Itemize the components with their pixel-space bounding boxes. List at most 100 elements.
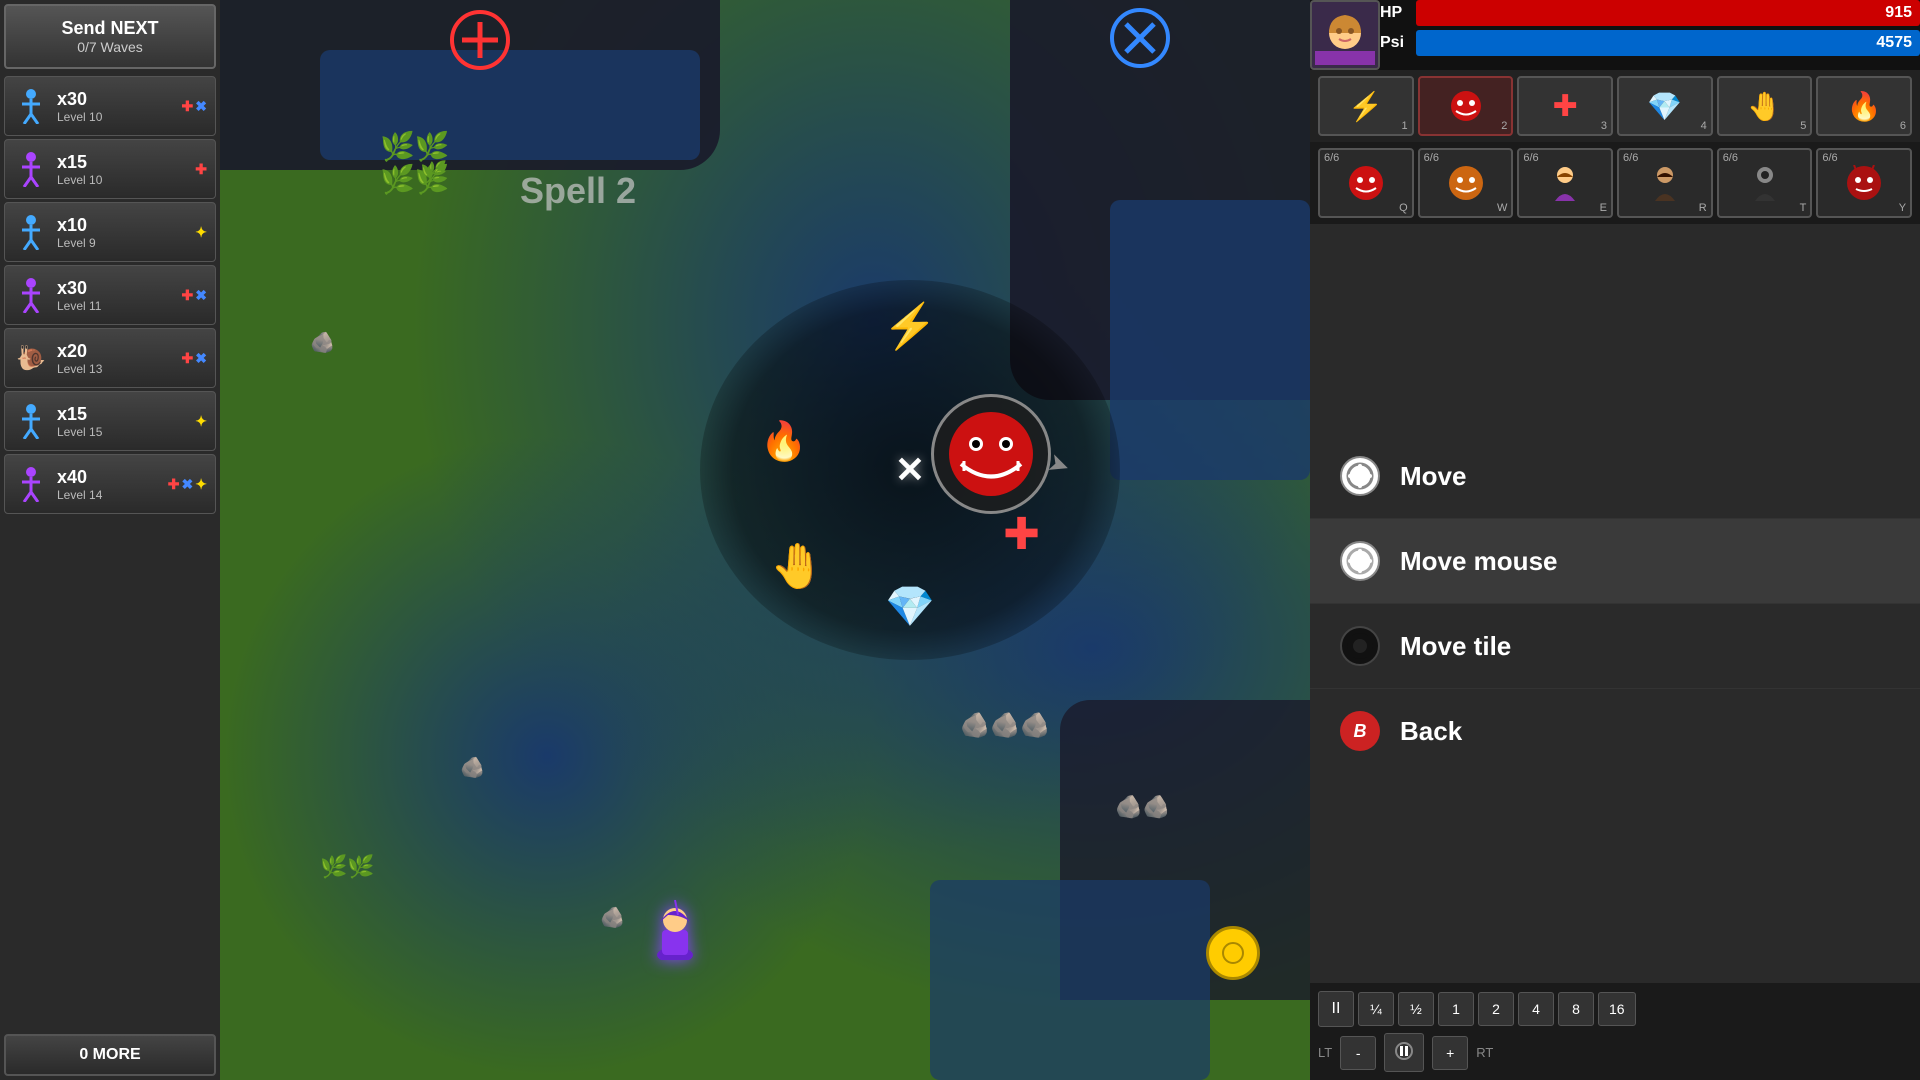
spell-icon-heal: ✚ [1553, 89, 1578, 124]
spell-slot-1[interactable]: ⚡ 1 [1318, 76, 1414, 136]
move-mouse-icon [1340, 541, 1380, 581]
char-count: 6/6 [1623, 152, 1638, 164]
unit-level: Level 10 [57, 110, 178, 124]
spell-icon-hand: 🤚 [1747, 90, 1782, 123]
list-item[interactable]: x15 Level 10 ✚ [4, 139, 216, 199]
spell-icon-crystal: 💎 [1647, 90, 1682, 123]
water-area-bottom [930, 880, 1210, 1080]
unit-level: Level 13 [57, 362, 178, 376]
unit-badges: ✚ ✖ [182, 98, 207, 115]
list-item[interactable]: x15 Level 15 ✦ [4, 391, 216, 451]
unit-icon-blue [13, 403, 49, 439]
spell-fire[interactable]: 🔥 [760, 420, 807, 464]
unit-badges: ✚ ✖ ✦ [168, 476, 207, 493]
gold-sun-icon[interactable] [1206, 926, 1260, 980]
unit-info: x10 Level 9 [57, 215, 191, 250]
badge-yellow-dot: ✦ [195, 476, 207, 493]
char-slot-r[interactable]: 6/6 R [1617, 148, 1713, 218]
player-avatar [1310, 0, 1380, 70]
spell-slot-4[interactable]: 💎 4 [1617, 76, 1713, 136]
spell-slot-2[interactable]: 2 [1418, 76, 1514, 136]
action-move[interactable]: Move [1310, 434, 1920, 519]
action-move-tile[interactable]: Move tile [1310, 604, 1920, 689]
speed-quarter[interactable]: ¼ [1358, 992, 1394, 1026]
list-item[interactable]: x30 Level 10 ✚ ✖ [4, 76, 216, 136]
add-button[interactable] [450, 10, 510, 82]
waves-count: 0/7 Waves [14, 39, 206, 55]
speed-8x[interactable]: 8 [1558, 992, 1594, 1026]
spell-evil-face[interactable] [931, 394, 1051, 514]
unit-info: x20 Level 13 [57, 341, 178, 376]
close-button[interactable] [1110, 8, 1170, 80]
unit-badges: ✦ [195, 413, 207, 430]
spell-slot-num: 2 [1501, 120, 1507, 132]
unit-icon-purple [13, 277, 49, 313]
badge-yellow-dot: ✦ [195, 413, 207, 430]
psi-bar: 4575 [1416, 30, 1920, 56]
action-move-mouse[interactable]: Move mouse [1310, 519, 1920, 604]
char-count: 6/6 [1523, 152, 1538, 164]
unit-icon-snail: 🐌 [13, 340, 49, 376]
speed-1x[interactable]: 1 [1438, 992, 1474, 1026]
speed-half[interactable]: ½ [1398, 992, 1434, 1026]
speed-4x[interactable]: 4 [1518, 992, 1554, 1026]
char-count: 6/6 [1424, 152, 1439, 164]
spell-slot-6[interactable]: 🔥 6 [1816, 76, 1912, 136]
plus-button[interactable]: + [1432, 1036, 1468, 1070]
unit-level: Level 10 [57, 173, 191, 187]
spell-heal[interactable]: ✚ [1003, 509, 1040, 560]
speed-16x[interactable]: 16 [1598, 992, 1636, 1026]
spell-slot-5[interactable]: 🤚 5 [1717, 76, 1813, 136]
spell-slot-num: 3 [1601, 120, 1607, 132]
rock-cluster5: 🪨🪨 [1115, 794, 1170, 820]
back-icon: B [1340, 711, 1380, 751]
more-button[interactable]: 0 MORE [4, 1034, 216, 1076]
list-item[interactable]: x40 Level 14 ✚ ✖ ✦ [4, 454, 216, 514]
unit-icon-blue [13, 214, 49, 250]
speed-2x[interactable]: 2 [1478, 992, 1514, 1026]
action-back[interactable]: B Back [1310, 689, 1920, 773]
spell-crystal[interactable]: 💎 [885, 583, 935, 630]
char-slot-e[interactable]: 6/6 E [1517, 148, 1613, 218]
char-count: 6/6 [1822, 152, 1837, 164]
spell-slot-num: 1 [1402, 120, 1408, 132]
list-item[interactable]: 🐌 x20 Level 13 ✚ ✖ [4, 328, 216, 388]
tree-cluster2: 🌿 [420, 160, 447, 186]
stats-header: HP 915 Psi 4575 [1310, 0, 1920, 70]
char-slot-q[interactable]: 6/6 Q [1318, 148, 1414, 218]
unit-info: x30 Level 10 [57, 89, 178, 124]
spell-hand[interactable]: 🤚 [770, 540, 825, 592]
spell-lightning[interactable]: ⚡ [883, 300, 938, 352]
list-item[interactable]: x30 Level 11 ✚ ✖ [4, 265, 216, 325]
hp-label: HP [1380, 4, 1410, 22]
pause-button[interactable]: II [1318, 991, 1354, 1027]
pause-icon-btn[interactable] [1384, 1033, 1424, 1072]
game-map[interactable]: 🌿🌿🌿🌿 🌿 🌿🌿 🪨 🪨 🪨 🪨🪨🪨 🪨🪨 Spell 2 ✕ ⚡ 🔥 [220, 0, 1310, 1080]
radial-menu[interactable]: ✕ ⚡ 🔥 🤚 💎 ✚ ➤ [700, 280, 1120, 660]
action-menu: Move Move mouse [1310, 224, 1920, 983]
character-slots: 6/6 Q 6/6 W 6/6 [1310, 142, 1920, 224]
move-tile-label: Move tile [1400, 631, 1511, 662]
char-key: T [1800, 202, 1807, 214]
list-item[interactable]: x10 Level 9 ✦ [4, 202, 216, 262]
unit-icon-purple [13, 466, 49, 502]
spell-slot-num: 4 [1701, 120, 1707, 132]
radial-center[interactable]: ✕ [895, 449, 925, 491]
unit-list: x30 Level 10 ✚ ✖ x15 Level 10 [0, 73, 220, 1030]
unit-count: x40 [57, 467, 164, 488]
unit-level: Level 9 [57, 236, 191, 250]
unit-badges: ✚ [195, 161, 207, 178]
char-slot-t[interactable]: 6/6 T [1717, 148, 1813, 218]
move-icon [1340, 456, 1380, 496]
unit-badges: ✚ ✖ [182, 350, 207, 367]
char-slot-w[interactable]: 6/6 W [1418, 148, 1514, 218]
send-next-button[interactable]: Send NEXT 0/7 Waves [4, 4, 216, 69]
unit-level: Level 14 [57, 488, 164, 502]
spell-slot-3[interactable]: ✚ 3 [1517, 76, 1613, 136]
unit-count: x10 [57, 215, 191, 236]
minus-button[interactable]: - [1340, 1036, 1376, 1070]
char-slot-y[interactable]: 6/6 Y [1816, 148, 1912, 218]
unit-icon-purple [13, 151, 49, 187]
rock-cluster4: 🪨🪨🪨 [960, 711, 1050, 740]
char-count: 6/6 [1723, 152, 1738, 164]
